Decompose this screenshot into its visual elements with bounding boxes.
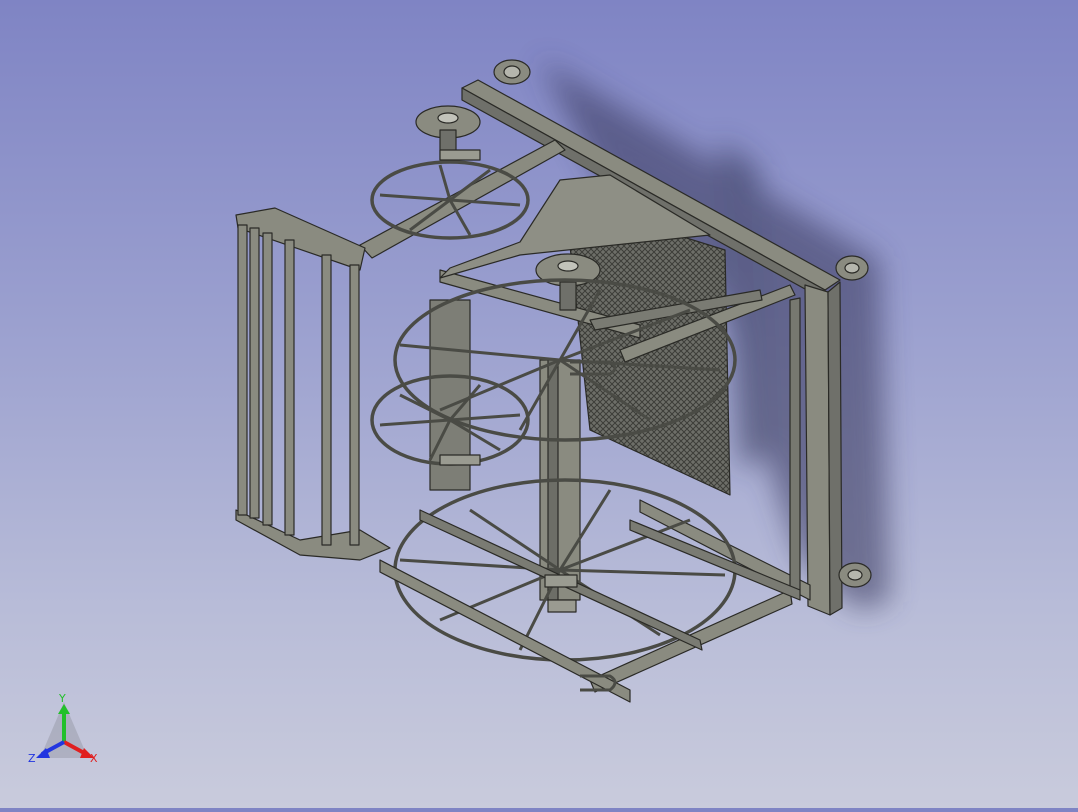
caster-right-top xyxy=(835,255,869,281)
rear-upright xyxy=(804,284,831,616)
roller-guard-bars xyxy=(237,224,360,546)
axis-triad: Y X Z xyxy=(24,692,108,772)
x-axis-label: X xyxy=(90,752,98,765)
bottom-beam-left xyxy=(379,559,631,703)
bottom-side-rail xyxy=(629,519,801,601)
rear-upright-side xyxy=(827,281,843,616)
y-axis-arrow xyxy=(58,704,70,714)
caster-right-bottom xyxy=(838,562,872,588)
z-axis-label: Z xyxy=(28,752,36,765)
inner-upright xyxy=(789,297,801,593)
caster-top-left xyxy=(493,59,531,85)
cart-frame-model[interactable] xyxy=(0,0,1078,808)
cad-3d-viewport[interactable] xyxy=(0,0,1078,808)
y-axis-label: Y xyxy=(58,692,66,705)
